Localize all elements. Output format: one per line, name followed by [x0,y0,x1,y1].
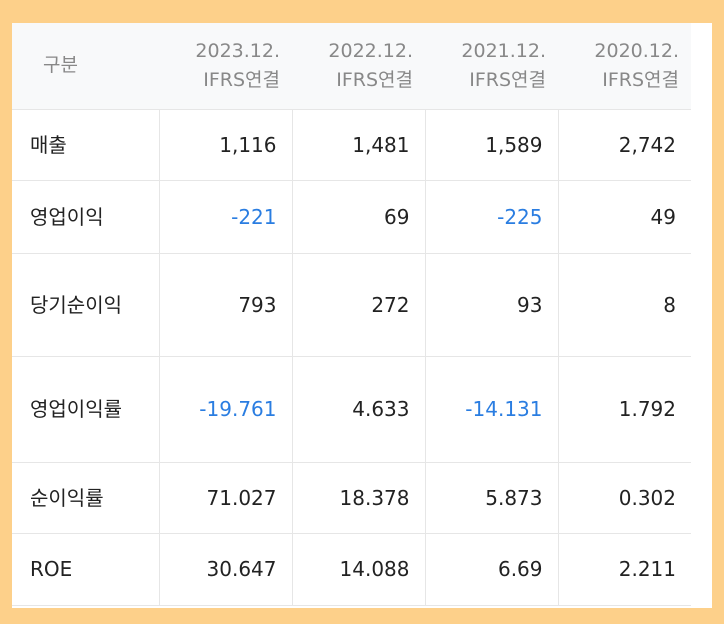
cell-value: -14.131 [425,356,559,463]
cell-value: 793 [159,253,293,357]
cell-value: 8 [558,253,691,357]
row-label: 순이익률 [12,462,160,534]
cell-value: -221 [159,180,293,254]
cell-value: 2,742 [558,109,691,181]
cell-value: 4.633 [292,356,426,463]
row-label: 영업이익률 [12,356,160,463]
row-roe: ROE 30.647 14.088 6.69 2.211 [12,533,691,606]
cell-value: 5.873 [425,462,559,534]
cell-value: 272 [292,253,426,357]
cell-value: 1,481 [292,109,426,181]
row-operating-margin: 영업이익률 -19.761 4.633 -14.131 1.792 [12,356,691,463]
header-row: 구분 2023.12. IFRS연결 2022.12. IFRS연결 2021.… [12,23,691,110]
header-year-2021: 2021.12. IFRS연결 [425,23,558,110]
cell-value: 0.302 [558,462,691,534]
row-label: ROE [12,533,160,606]
cell-value: 71.027 [159,462,293,534]
row-label: 영업이익 [12,180,160,254]
row-net-income: 당기순이익 793 272 93 8 [12,253,691,357]
row-net-margin: 순이익률 71.027 18.378 5.873 0.302 [12,462,691,534]
cell-value: 69 [292,180,426,254]
cell-value: 6.69 [425,533,559,606]
cell-value: 1,589 [425,109,559,181]
cell-value: 2.211 [558,533,691,606]
cell-value: 18.378 [292,462,426,534]
row-label: 당기순이익 [12,253,160,357]
header-year-2020: 2020.12. IFRS연결 [558,23,691,110]
cell-value: -225 [425,180,559,254]
row-label: 매출 [12,109,160,181]
cell-value: 30.647 [159,533,293,606]
cell-value: 49 [558,180,691,254]
row-revenue: 매출 1,116 1,481 1,589 2,742 [12,109,691,181]
cell-value: 1,116 [159,109,293,181]
header-label: 구분 [12,23,159,110]
cell-value: -19.761 [159,356,293,463]
financial-table: 구분 2023.12. IFRS연결 2022.12. IFRS연결 2021.… [12,23,691,606]
cell-value: 93 [425,253,559,357]
financial-summary-panel: 구분 2023.12. IFRS연결 2022.12. IFRS연결 2021.… [12,23,712,608]
cell-value: 1.792 [558,356,691,463]
cell-value: 14.088 [292,533,426,606]
header-year-2023: 2023.12. IFRS연결 [159,23,292,110]
row-operating-income: 영업이익 -221 69 -225 49 [12,180,691,254]
header-year-2022: 2022.12. IFRS연결 [292,23,425,110]
